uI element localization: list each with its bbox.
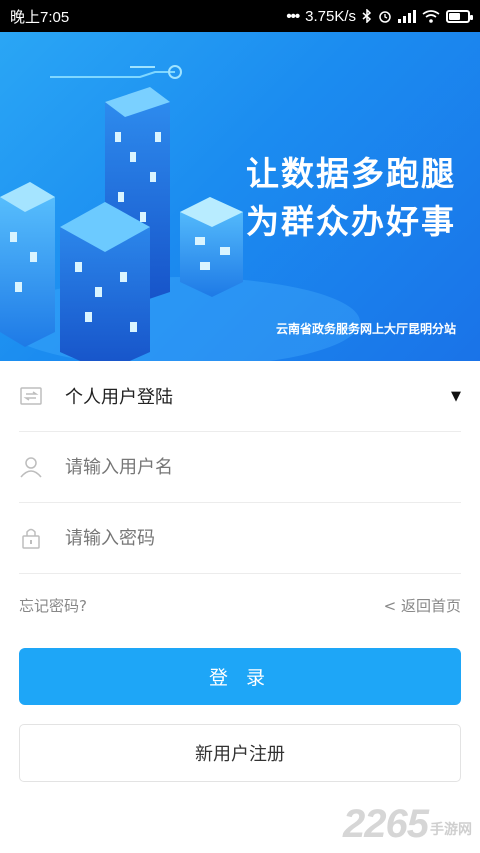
login-button[interactable]: 登 录: [19, 648, 461, 705]
battery-icon: [446, 9, 473, 23]
watermark-text: 手游网: [430, 822, 472, 838]
more-dots-icon: •••: [286, 7, 300, 25]
switch-user-type-icon: [20, 387, 42, 405]
password-row: [19, 503, 461, 574]
status-bar: 晚上7:05 ••• 3.75K/s: [0, 0, 480, 32]
alarm-icon: [379, 11, 391, 23]
bluetooth-icon: [362, 9, 372, 23]
watermark-number: 2265: [343, 802, 429, 846]
slogan-line-2: 为群众办好事: [246, 202, 456, 241]
site-watermark: 2265 手游网: [343, 802, 472, 847]
lock-icon: [22, 528, 40, 549]
signal-icon: [398, 9, 416, 23]
password-input[interactable]: [65, 527, 461, 549]
slogan-line-1: 让数据多跑腿: [246, 154, 456, 193]
user-type-select[interactable]: 个人用户登陆 ▼: [19, 361, 461, 432]
user-type-label: 个人用户登陆: [65, 387, 173, 408]
user-icon: [20, 457, 42, 478]
register-button[interactable]: 新用户注册: [19, 724, 461, 782]
hero-banner: 让数据多跑腿 为群众办好事 云南省政务服务网上大厅昆明分站: [0, 32, 480, 361]
wifi-icon: [422, 9, 440, 23]
forgot-password-link[interactable]: 忘记密码?: [19, 595, 87, 616]
status-icons: ••• 3.75K/s: [286, 7, 473, 25]
username-input[interactable]: [65, 456, 461, 478]
login-form: 个人用户登陆 ▼: [19, 361, 461, 574]
username-row: [19, 432, 461, 503]
auxiliary-links: 忘记密码? < 返回首页: [19, 595, 461, 616]
banner-subtitle: 云南省政务服务网上大厅昆明分站: [275, 322, 456, 336]
back-home-link[interactable]: < 返回首页: [384, 595, 461, 616]
status-time: 晚上7:05: [10, 8, 70, 26]
dropdown-caret-icon: ▼: [451, 388, 461, 404]
banner-slogan: 让数据多跑腿 为群众办好事: [246, 150, 456, 246]
network-speed: 3.75K/s: [305, 7, 356, 25]
